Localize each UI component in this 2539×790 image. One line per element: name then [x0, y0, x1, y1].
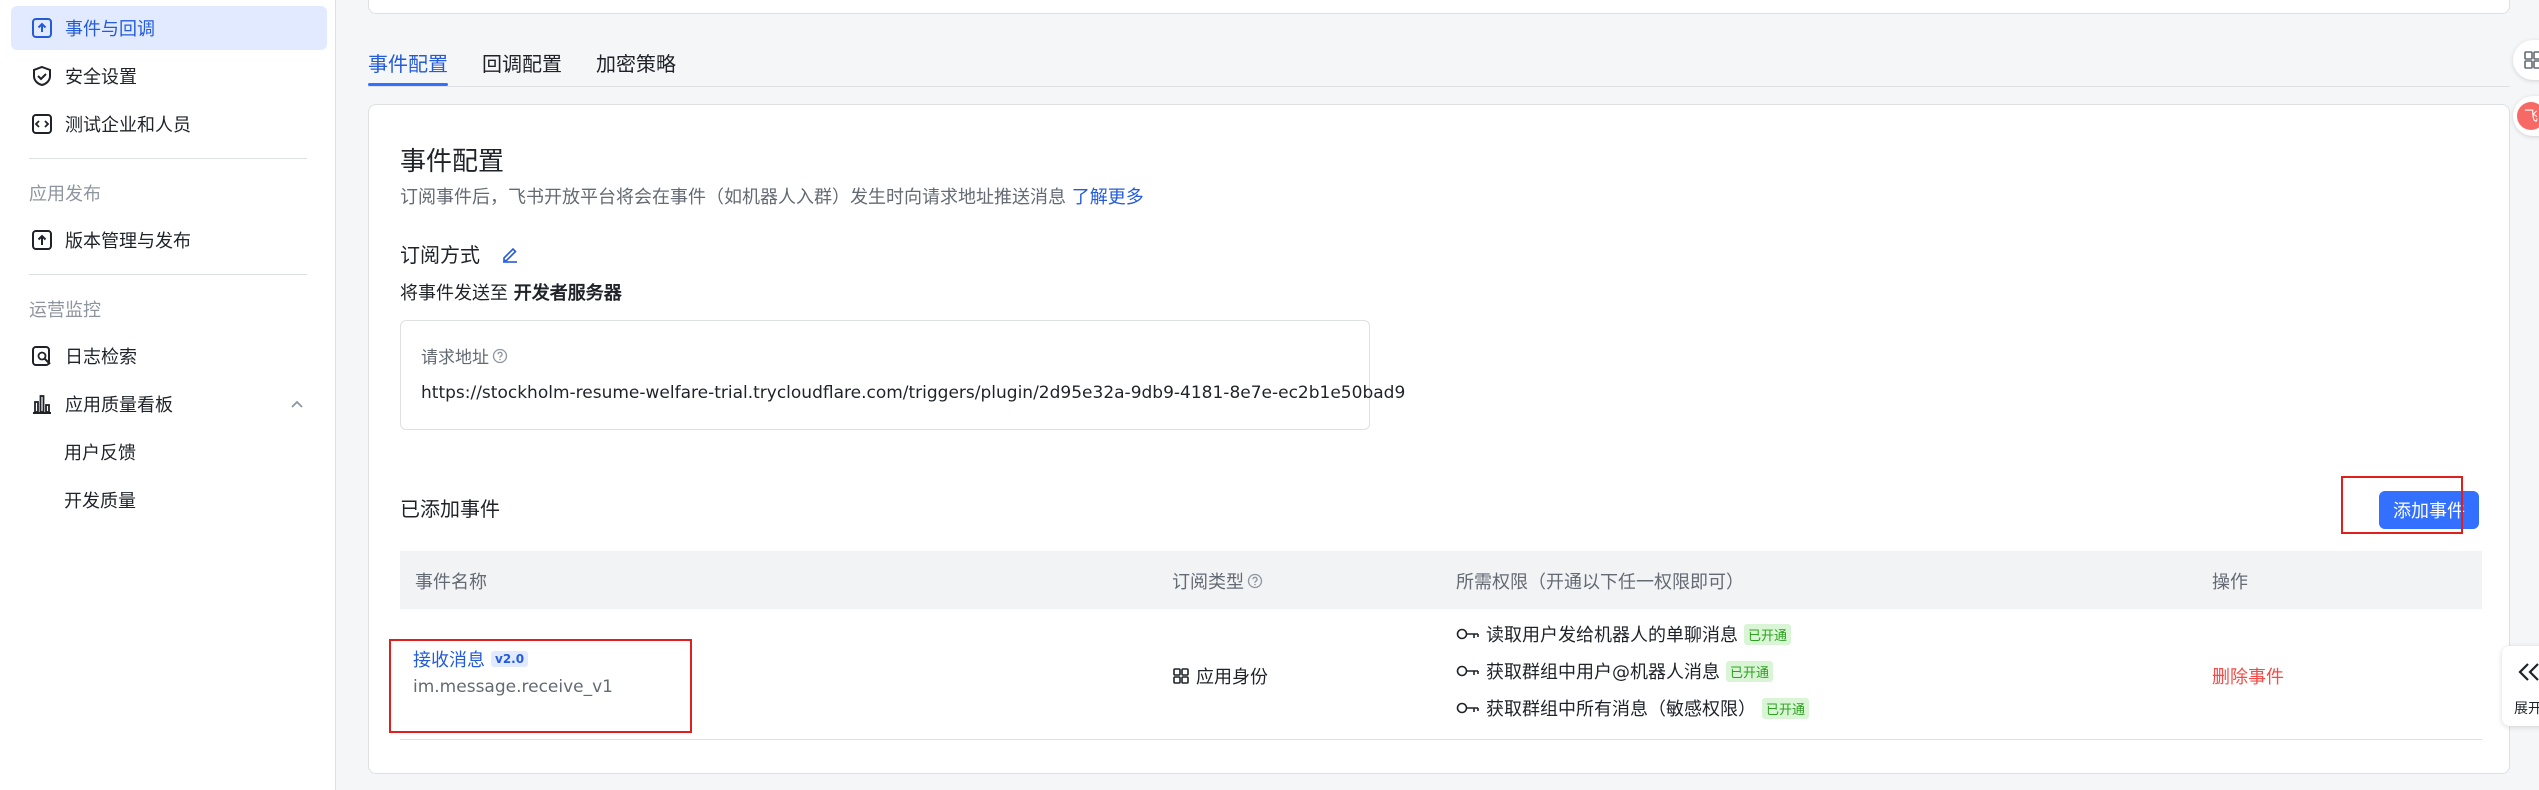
permission-label: 读取用户发给机器人的单聊消息	[1486, 625, 1738, 646]
col-sub-type-label: 订阅类型	[1172, 572, 1244, 593]
help-icon[interactable]	[1247, 573, 1263, 589]
permission-label: 获取群组中所有消息（敏感权限）	[1486, 699, 1756, 720]
description: 订阅事件后，飞书开放平台将会在事件（如机器人入群）发生时向请求地址推送消息 了解…	[400, 183, 1144, 209]
top-card	[368, 0, 2510, 14]
sidebar-item-label: 日志检索	[65, 347, 137, 368]
tab-callback-config[interactable]: 回调配置	[482, 40, 562, 86]
permission-item: 获取群组中所有消息（敏感权限） 已开通	[1456, 695, 1810, 721]
event-callback-icon	[31, 17, 53, 39]
expand-panel[interactable]: 展开	[2502, 646, 2539, 726]
key-icon	[1456, 627, 1480, 641]
sidebar-item-label: 版本管理与发布	[65, 231, 191, 252]
permission-label: 获取群组中用户@机器人消息	[1486, 662, 1720, 683]
double-chevron-left-icon	[2516, 660, 2539, 684]
group-label-publish: 应用发布	[29, 184, 101, 205]
sidebar-item-label: 事件与回调	[65, 19, 155, 40]
added-events-title: 已添加事件	[400, 497, 500, 521]
col-sub-type: 订阅类型	[1172, 568, 1263, 594]
send-to: 将事件发送至 开发者服务器	[400, 279, 622, 305]
highlight-box-add-button	[2341, 476, 2463, 534]
delete-event-link[interactable]: 删除事件	[2212, 663, 2284, 689]
page-title: 事件配置	[400, 147, 505, 177]
sidebar-item-quality-board[interactable]: 应用质量看板	[11, 382, 327, 426]
sidebar-item-label: 测试企业和人员	[65, 115, 191, 136]
permission-item: 读取用户发给机器人的单聊消息 已开通	[1456, 621, 1792, 647]
request-url-label: 请求地址	[421, 343, 508, 368]
tab-event-config[interactable]: 事件配置	[368, 40, 448, 86]
grid-icon	[2523, 50, 2539, 74]
tab-divider	[368, 86, 2510, 87]
sidebar-item-version[interactable]: 版本管理与发布	[11, 218, 327, 262]
sidebar-sub-item-dev-quality[interactable]: 开发质量	[64, 487, 136, 513]
status-badge: 已开通	[1762, 697, 1810, 719]
sidebar-item-label: 安全设置	[65, 67, 137, 88]
subscription-type-text: 应用身份	[1196, 667, 1268, 688]
sidebar-item-security[interactable]: 安全设置	[11, 54, 327, 98]
bar-chart-icon	[31, 393, 53, 415]
sidebar-item-test-enterprise[interactable]: 测试企业和人员	[11, 102, 327, 146]
avatar: 飞	[2517, 102, 2539, 130]
row-divider	[400, 739, 2482, 740]
subscribe-method-label: 订阅方式	[400, 243, 480, 267]
learn-more-link[interactable]: 了解更多	[1072, 187, 1144, 208]
float-toolbar[interactable]	[2513, 40, 2539, 80]
sidebar: 事件与回调 安全设置 测试企业和人员 应用发布 版本管理与发布 运营监控 日志检…	[0, 0, 336, 790]
sidebar-sub-item-feedback[interactable]: 用户反馈	[64, 439, 136, 465]
edit-icon[interactable]	[500, 244, 520, 264]
col-event-name: 事件名称	[415, 572, 487, 593]
divider	[29, 274, 307, 275]
float-avatar[interactable]: 飞	[2513, 96, 2539, 136]
request-url-box: 请求地址 https://stockholm-resume-welfare-tr…	[400, 320, 1405, 430]
permission-item: 获取群组中用户@机器人消息 已开通	[1456, 658, 1774, 684]
table-header: 事件名称 订阅类型 所需权限（开通以下任一权限即可） 操作	[400, 551, 2482, 609]
subscription-type: 应用身份	[1172, 663, 1268, 689]
send-to-target: 开发者服务器	[513, 283, 622, 304]
col-permission: 所需权限（开通以下任一权限即可）	[1456, 572, 1744, 593]
tab-encryption[interactable]: 加密策略	[596, 40, 676, 86]
divider	[29, 158, 307, 159]
key-icon	[1456, 664, 1480, 678]
app-grid-icon	[1172, 667, 1190, 685]
sidebar-item-log-search[interactable]: 日志检索	[11, 334, 327, 378]
col-action: 操作	[2212, 572, 2248, 593]
sidebar-item-event-callback[interactable]: 事件与回调	[11, 6, 327, 50]
tab-bar: 事件配置 回调配置 加密策略	[368, 40, 710, 86]
request-url-value: https://stockholm-resume-welfare-trial.t…	[421, 383, 1406, 403]
upload-icon	[31, 229, 53, 251]
description-text: 订阅事件后，飞书开放平台将会在事件（如机器人入群）发生时向请求地址推送消息	[400, 187, 1066, 208]
chevron-up-icon[interactable]	[287, 394, 307, 414]
subscribe-method: 订阅方式	[400, 239, 520, 268]
highlight-box-event	[389, 639, 692, 733]
shield-icon	[31, 65, 53, 87]
log-search-icon	[31, 345, 53, 367]
status-badge: 已开通	[1744, 623, 1792, 645]
code-icon	[31, 113, 53, 135]
request-url-label-text: 请求地址	[421, 348, 489, 368]
expand-label: 展开	[2514, 701, 2539, 717]
key-icon	[1456, 701, 1480, 715]
group-label-monitor: 运营监控	[29, 300, 101, 321]
status-badge: 已开通	[1726, 660, 1774, 682]
send-to-prefix: 将事件发送至	[400, 283, 508, 304]
help-icon[interactable]	[492, 348, 508, 364]
sidebar-item-label: 应用质量看板	[65, 395, 173, 416]
